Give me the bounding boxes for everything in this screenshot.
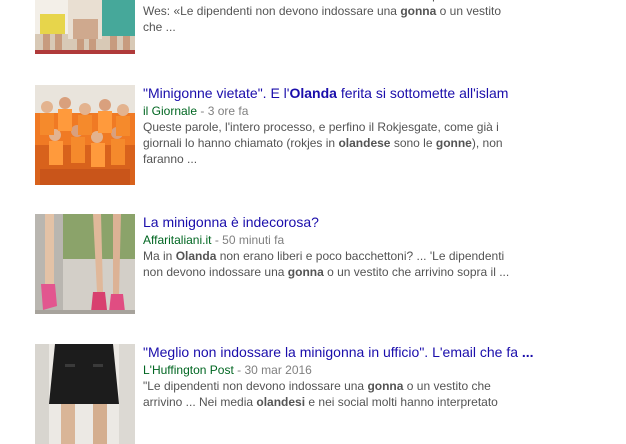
snippet-keyword: gonna bbox=[367, 379, 404, 393]
snippet-text: che ... bbox=[143, 20, 176, 34]
snippet-text: Wes: «Le dipendenti non devono indossare… bbox=[143, 4, 401, 18]
snippet-text: non erano liberi e poco bacchettoni? ...… bbox=[216, 249, 505, 263]
result-time: 30 mar 2016 bbox=[244, 363, 312, 377]
meta-separator: - bbox=[211, 233, 223, 247]
snippet-text: "Le dipendenti non devono indossare una bbox=[143, 379, 368, 393]
black-skirt-photo bbox=[35, 344, 135, 444]
snippet-keyword: Olanda bbox=[175, 249, 217, 263]
result-title-link[interactable]: "Minigonne vietate". E l'Olanda ferita s… bbox=[143, 85, 553, 102]
meta-separator: - bbox=[233, 363, 245, 377]
snippet-keyword: olandesi bbox=[256, 395, 306, 409]
snippet-text: giornali lo hanno chiamato (rokjes in bbox=[143, 136, 339, 150]
legs-skirts-photo bbox=[35, 0, 135, 54]
result-meta: L'Huffington Post - 30 mar 2016 bbox=[143, 362, 553, 378]
title-text[interactable]: ferita si sottomette all'islam bbox=[337, 85, 509, 101]
snippet-text: sono le bbox=[390, 136, 436, 150]
title-text[interactable]: La minigonna è indecorosa? bbox=[143, 214, 319, 230]
snippet-text: ), non bbox=[471, 136, 503, 150]
result-time: 50 minuti fa bbox=[222, 233, 285, 247]
title-text[interactable]: "Meglio non indossare la minigonna in uf… bbox=[143, 344, 522, 360]
snippet-text: arrivino ... Nei media bbox=[143, 395, 257, 409]
snippet-text: Ma in bbox=[143, 249, 176, 263]
result-thumbnail[interactable] bbox=[35, 214, 135, 314]
orange-crowd-photo bbox=[35, 85, 135, 185]
result-title-link[interactable]: La minigonna è indecorosa? bbox=[143, 214, 553, 231]
result-source[interactable]: L'Huffington Post bbox=[143, 363, 234, 377]
result-title-link[interactable]: "Meglio non indossare la minigonna in uf… bbox=[143, 344, 553, 361]
result-thumbnail[interactable] bbox=[35, 85, 135, 185]
snippet-keyword: gonne bbox=[435, 136, 472, 150]
result-meta: Affaritaliani.it - 50 minuti fa bbox=[143, 232, 553, 248]
result-snippet: Ecco il testo dell'incredibile circolare… bbox=[143, 0, 548, 35]
snippet-text: faranno ... bbox=[143, 152, 198, 166]
snippet-text: e nei social molti hanno interpretato bbox=[305, 395, 498, 409]
snippet-text: o un vestito bbox=[436, 4, 502, 18]
snippet-text: non devono indossare una bbox=[143, 265, 288, 279]
result-thumbnail[interactable] bbox=[35, 344, 135, 444]
result-time: 3 ore fa bbox=[207, 104, 249, 118]
result-snippet: Queste parole, l'intero processo, e perf… bbox=[143, 119, 548, 167]
snippet-keyword: olandese bbox=[338, 136, 391, 150]
result-source[interactable]: il Giornale bbox=[143, 104, 197, 118]
title-keyword[interactable]: ... bbox=[522, 344, 534, 360]
result-snippet: "Le dipendenti non devono indossare una … bbox=[143, 378, 548, 410]
title-text[interactable]: "Minigonne vietate". E l' bbox=[143, 85, 289, 101]
result-source[interactable]: Affaritaliani.it bbox=[143, 233, 211, 247]
snippet-text: o un vestito che arrivino sopra il ... bbox=[323, 265, 510, 279]
snippet-text: Ecco il testo dell'incredibile circolare… bbox=[143, 0, 497, 2]
result-snippet: Ma in Olanda non erano liberi e poco bac… bbox=[143, 248, 548, 280]
snippet-text: o un vestito che bbox=[403, 379, 491, 393]
snippet-keyword: gonna bbox=[287, 265, 324, 279]
pink-heels-photo bbox=[35, 214, 135, 314]
meta-separator: - bbox=[197, 104, 208, 118]
result-thumbnail[interactable] bbox=[35, 0, 135, 54]
snippet-text: Queste parole, l'intero processo, e perf… bbox=[143, 120, 499, 134]
snippet-keyword: gonna bbox=[400, 4, 437, 18]
result-meta: il Giornale - 3 ore fa bbox=[143, 103, 553, 119]
title-keyword[interactable]: Olanda bbox=[289, 85, 336, 101]
